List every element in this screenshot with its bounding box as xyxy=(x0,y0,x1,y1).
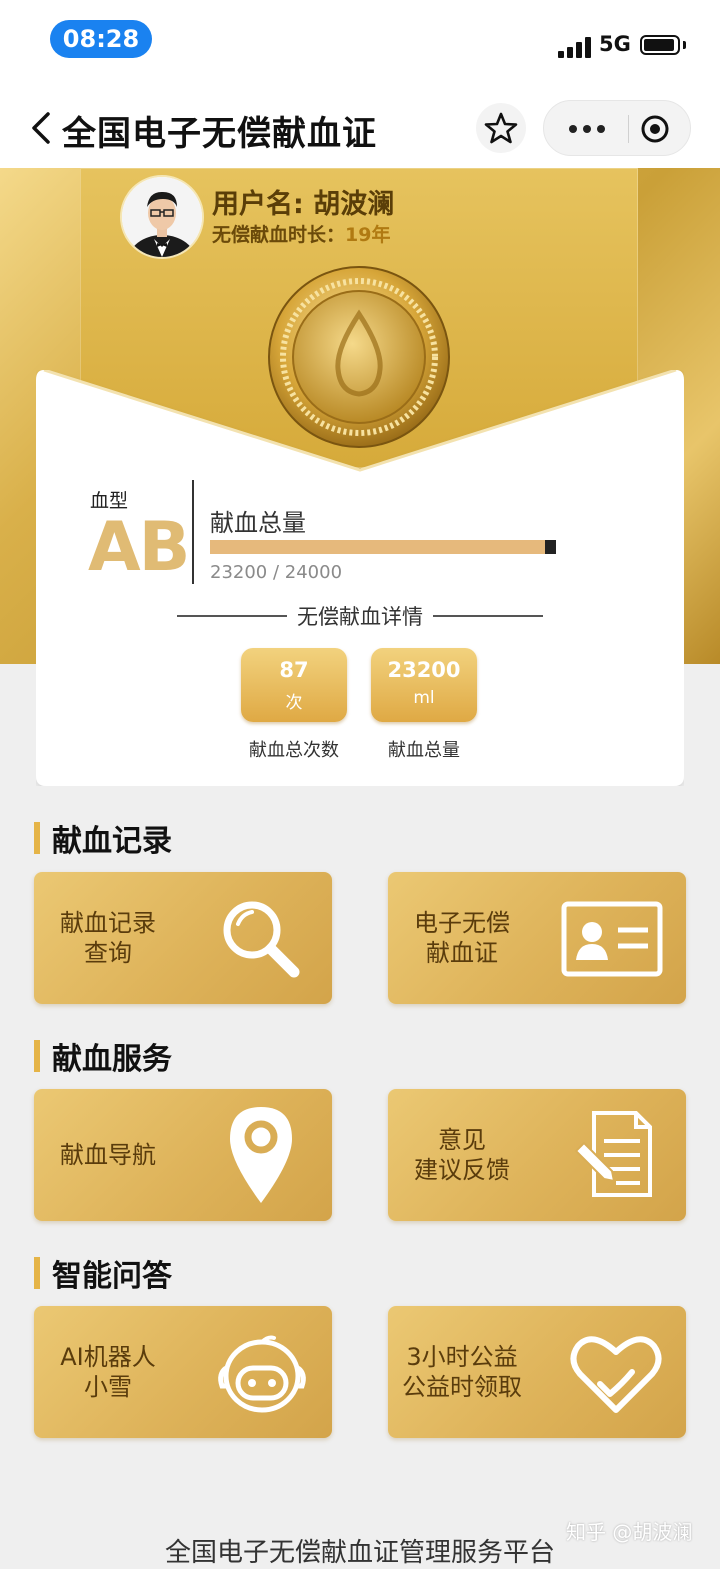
donation-count-value: 87 xyxy=(279,658,309,682)
section-title-services: 献血服务 xyxy=(34,1036,172,1077)
username: 用户名: 胡波澜 xyxy=(212,189,395,220)
total-volume-progress xyxy=(210,540,556,554)
divider xyxy=(192,480,194,584)
donation-count-label: 献血总次数 xyxy=(249,740,339,761)
tile-label: 献血导航 xyxy=(60,1141,156,1169)
signal-icon xyxy=(558,36,592,58)
robot-icon xyxy=(218,1335,306,1413)
progress-fill xyxy=(210,540,545,554)
detail-title: 无偿献血详情 xyxy=(170,600,550,632)
tile-volunteer-hours[interactable]: 3小时公益 公益时领取 xyxy=(388,1306,686,1438)
status-bar: 08:28 5G xyxy=(0,0,720,88)
donation-volume-unit: ml xyxy=(413,688,435,708)
page-title: 全国电子无偿献血证 xyxy=(62,114,377,154)
donation-count-badge: 87 次 xyxy=(241,648,347,722)
back-icon[interactable] xyxy=(28,108,58,148)
tile-label: AI机器人 小雪 xyxy=(60,1343,156,1401)
avatar xyxy=(120,175,204,259)
section-title-records: 献血记录 xyxy=(34,818,172,859)
donation-duration: 无偿献血时长：19年 xyxy=(212,220,390,247)
network-type: 5G xyxy=(599,32,631,56)
feedback-document-icon xyxy=(574,1111,652,1197)
tile-e-certificate[interactable]: 电子无偿 献血证 xyxy=(388,872,686,1004)
nav-bar: 全国电子无偿献血证 xyxy=(0,88,720,168)
more-icon[interactable] xyxy=(558,115,616,143)
watermark: 知乎 @胡波澜 xyxy=(566,1520,693,1544)
tile-label: 意见 建议反馈 xyxy=(414,1126,510,1184)
tile-record-query[interactable]: 献血记录 查询 xyxy=(34,872,332,1004)
battery-icon xyxy=(640,35,680,55)
donation-count-unit: 次 xyxy=(285,693,303,713)
tile-label: 献血记录 查询 xyxy=(60,909,156,967)
location-pin-icon xyxy=(230,1107,292,1203)
status-time: 08:28 xyxy=(50,20,152,58)
total-volume-label: 献血总量 xyxy=(210,509,306,537)
mini-program-capsule xyxy=(543,100,691,156)
donation-volume-badge: 23200 ml xyxy=(371,648,477,722)
tile-label: 电子无偿 献血证 xyxy=(414,909,510,967)
favorite-star-icon[interactable] xyxy=(476,103,526,153)
donation-volume-value: 23200 xyxy=(387,658,461,682)
donation-volume-label: 献血总量 xyxy=(388,740,460,761)
tile-navigation[interactable]: 献血导航 xyxy=(34,1089,332,1221)
tile-ai-robot[interactable]: AI机器人 小雪 xyxy=(34,1306,332,1438)
id-card-icon xyxy=(561,901,663,977)
heart-icon xyxy=(570,1336,662,1413)
tile-label: 3小时公益 公益时领取 xyxy=(402,1343,522,1401)
tile-feedback[interactable]: 意见 建议反馈 xyxy=(388,1089,686,1221)
blood-type-value: AB xyxy=(88,508,190,587)
progress-text: 23200 / 24000 xyxy=(210,562,343,583)
close-target-icon[interactable] xyxy=(641,115,669,143)
duration-value: 19年 xyxy=(345,224,391,246)
search-icon xyxy=(223,901,300,978)
duration-label: 无偿献血时长： xyxy=(212,224,346,246)
section-title-qa: 智能问答 xyxy=(34,1253,172,1294)
detail-title-text: 无偿献血详情 xyxy=(297,605,423,629)
